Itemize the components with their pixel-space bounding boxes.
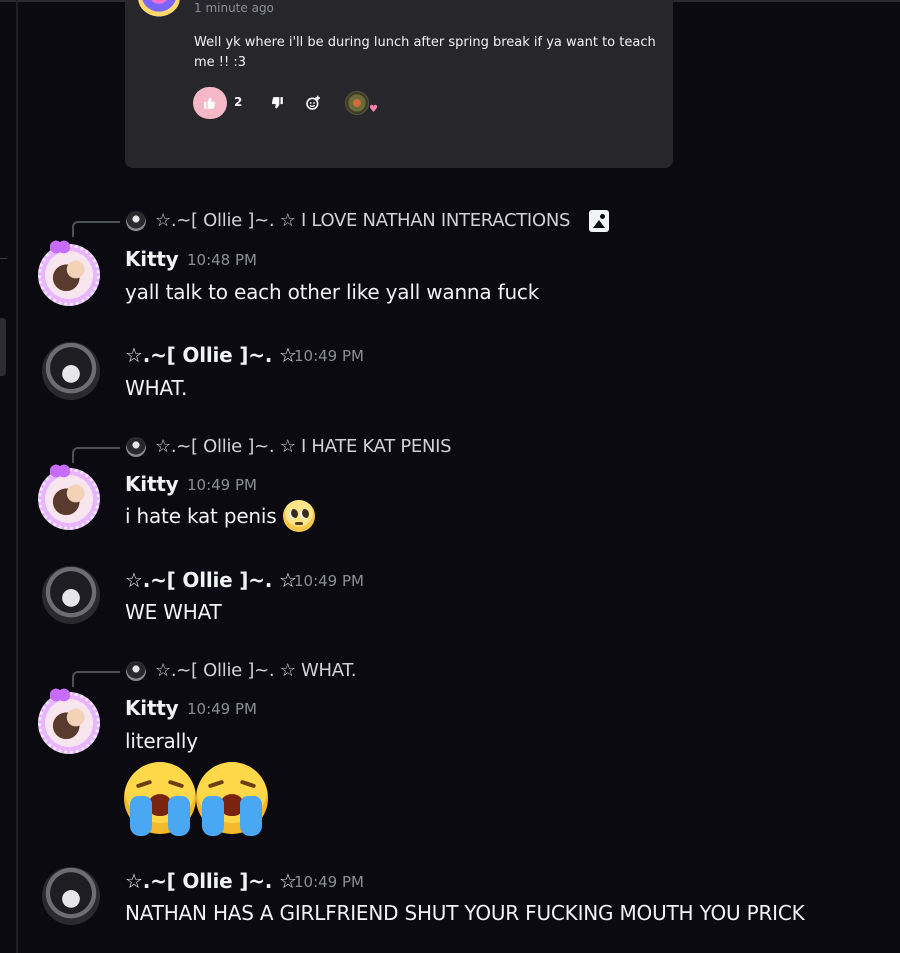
emoji-mouth [295, 522, 303, 525]
message-timestamp: 10:48 PM [187, 251, 257, 269]
message-timestamp: 10:49 PM [187, 476, 257, 494]
message-text: literally [125, 729, 198, 753]
emoji-brow [207, 779, 225, 789]
thumbs-down-icon [271, 97, 283, 109]
sidebar-handle[interactable] [0, 318, 6, 376]
like-count: 2 [234, 95, 243, 109]
reply-text: I LOVE NATHAN INTERACTIONS [300, 210, 571, 231]
reply-author: ☆.~[ Ollie ]~. ☆ [155, 660, 296, 681]
author-name[interactable]: Kitty [125, 247, 179, 271]
pleading-face-emoji[interactable] [283, 500, 315, 532]
reply-connector [72, 221, 120, 237]
emoji-brow [239, 779, 257, 789]
message-text: yall talk to each other like yall wanna … [125, 280, 540, 304]
thumbs-up-icon [204, 97, 216, 109]
message-text: NATHAN HAS A GIRLFRIEND SHUT YOUR FUCKIN… [125, 901, 805, 925]
reply-avatar [126, 437, 146, 457]
message-text: WHAT. [125, 376, 188, 400]
author-name[interactable]: ☆.~[ Ollie ]~. ☆ [125, 869, 297, 893]
bow-decoration [50, 688, 70, 702]
emoji-tear [240, 796, 262, 836]
bow-decoration [50, 464, 70, 478]
dislike-button[interactable] [266, 92, 288, 114]
author-name[interactable]: Kitty [125, 696, 179, 720]
add-reaction-icon [306, 95, 320, 110]
add-reaction-button[interactable] [302, 92, 324, 114]
emoji-brow [167, 779, 185, 789]
message-text: WE WHAT [125, 600, 222, 624]
emoji-eye [300, 509, 309, 519]
reply-text: WHAT. [300, 660, 357, 681]
bow-decoration [50, 240, 70, 254]
emoji-brow [135, 779, 153, 789]
author-name[interactable]: ☆.~[ Ollie ]~. ☆ [125, 568, 297, 592]
emoji-tear [202, 796, 224, 836]
reaction-avatar[interactable] [345, 91, 369, 115]
message-timestamp: 10:49 PM [294, 347, 364, 365]
loudly-crying-face-emoji[interactable] [196, 762, 268, 836]
reply-avatar [126, 211, 146, 231]
left-tick [0, 258, 7, 259]
avatar-ollie[interactable] [42, 867, 100, 925]
message-timestamp: 10:49 PM [294, 873, 364, 891]
image-icon [589, 210, 609, 232]
reply-text: I HATE KAT PENIS [300, 436, 452, 457]
reply-preview[interactable]: ☆.~[ Ollie ]~. ☆ WHAT. [155, 660, 357, 681]
avatar-ollie[interactable] [42, 342, 100, 400]
avatar-ollie[interactable] [42, 566, 100, 624]
embed-card [125, 0, 673, 168]
like-button[interactable] [193, 87, 227, 119]
reply-preview[interactable]: ☆.~[ Ollie ]~. ☆ I LOVE NATHAN INTERACTI… [155, 210, 570, 231]
heart-icon: ♥ [369, 104, 378, 115]
emoji-tear [168, 796, 190, 836]
author-name[interactable]: Kitty [125, 472, 179, 496]
message-timestamp: 10:49 PM [294, 572, 364, 590]
reply-avatar [126, 661, 146, 681]
left-rail [16, 0, 18, 953]
loudly-crying-face-emoji[interactable] [124, 762, 196, 836]
embed-message-text: Well yk where i'll be during lunch after… [194, 35, 656, 70]
reply-connector [72, 447, 120, 463]
reply-preview[interactable]: ☆.~[ Ollie ]~. ☆ I HATE KAT PENIS [155, 436, 452, 457]
emoji-tear [130, 796, 152, 836]
reply-author: ☆.~[ Ollie ]~. ☆ [155, 210, 296, 231]
author-name[interactable]: ☆.~[ Ollie ]~. ☆ [125, 343, 297, 367]
message-timestamp: 10:49 PM [187, 700, 257, 718]
message-text: i hate kat penis [125, 504, 277, 528]
emoji-eye [289, 509, 298, 519]
reply-connector [72, 671, 120, 687]
embed-timestamp: 1 minute ago [194, 1, 274, 15]
reply-author: ☆.~[ Ollie ]~. ☆ [155, 436, 296, 457]
